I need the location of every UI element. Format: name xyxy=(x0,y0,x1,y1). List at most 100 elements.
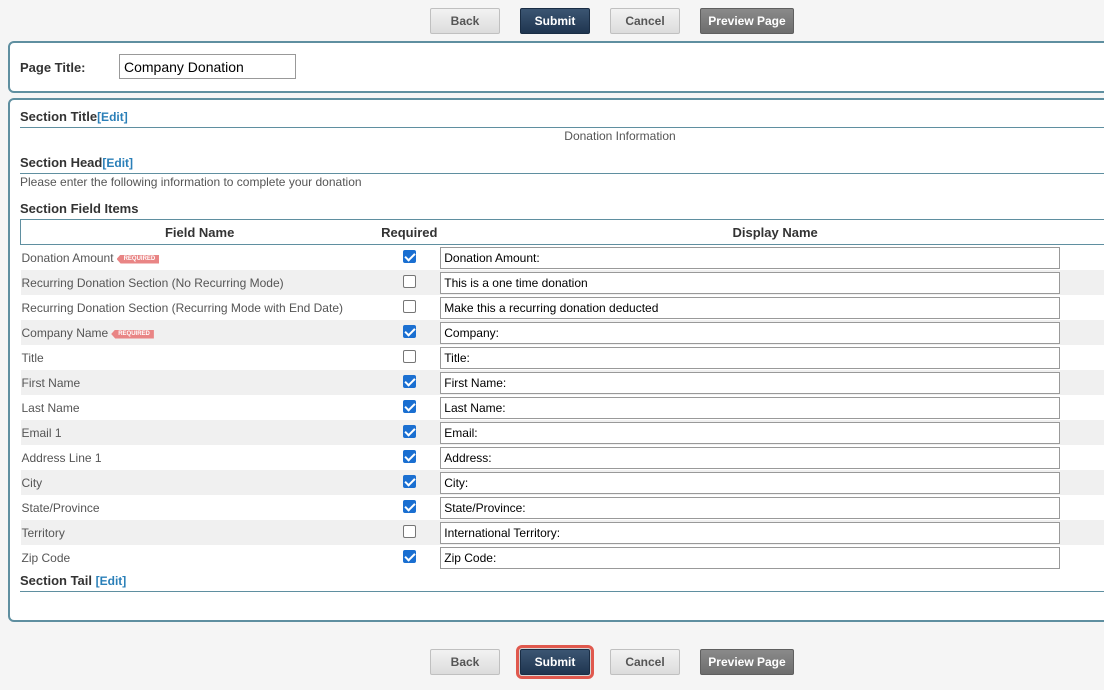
page-title-panel: Page Title: xyxy=(8,41,1104,93)
required-checkbox[interactable] xyxy=(402,299,416,313)
field-name-cell: Territory xyxy=(20,520,379,545)
column-header-field-name: Field Name xyxy=(20,219,379,245)
required-cell xyxy=(378,445,441,470)
required-checkbox[interactable] xyxy=(402,374,416,388)
required-cell xyxy=(378,320,441,345)
back-button[interactable]: Back xyxy=(430,649,500,675)
required-tag: REQUIRED xyxy=(111,329,154,339)
display-name-input[interactable] xyxy=(440,346,1061,369)
required-checkbox[interactable] xyxy=(402,399,416,413)
section-panel: Section Title[Edit] Donation Information… xyxy=(8,98,1104,622)
display-name-input[interactable] xyxy=(440,421,1061,444)
required-checkbox[interactable] xyxy=(402,449,416,463)
required-cell xyxy=(378,370,441,395)
cancel-button[interactable]: Cancel xyxy=(610,8,680,34)
divider xyxy=(20,591,1104,592)
section-head-edit-link[interactable]: [Edit] xyxy=(102,156,133,170)
required-checkbox[interactable] xyxy=(402,524,416,538)
table-row: Recurring Donation Section (No Recurring… xyxy=(20,270,1104,295)
section-title-edit-link[interactable]: [Edit] xyxy=(97,110,128,124)
bottom-button-bar: Back Submit Cancel Preview Page xyxy=(0,645,1104,679)
table-row: Company Name REQUIRED xyxy=(20,320,1104,345)
field-name-cell: Title xyxy=(20,345,379,370)
field-name: Recurring Donation Section (Recurring Mo… xyxy=(21,300,344,315)
required-checkbox[interactable] xyxy=(402,324,416,338)
submit-button[interactable]: Submit xyxy=(516,645,594,679)
field-name: City xyxy=(21,475,43,490)
field-name-cell: First Name xyxy=(20,370,379,395)
required-checkbox[interactable] xyxy=(402,424,416,438)
back-button[interactable]: Back xyxy=(430,8,500,34)
section-tail-label: Section Tail xyxy=(20,573,92,588)
display-name-cell xyxy=(440,445,1104,470)
table-row: Recurring Donation Section (Recurring Mo… xyxy=(20,295,1104,320)
field-name-cell: Email 1 xyxy=(20,420,379,445)
required-cell xyxy=(378,295,441,320)
section-head-label: Section Head xyxy=(20,155,103,170)
field-items-table: Field Name Required Display Name Donatio… xyxy=(20,219,1104,570)
display-name-input[interactable] xyxy=(440,296,1061,319)
field-name: Email 1 xyxy=(21,425,62,440)
required-cell xyxy=(378,495,441,520)
section-tail-edit-link[interactable]: [Edit] xyxy=(96,574,127,588)
field-name: Territory xyxy=(21,525,65,540)
table-row: Address Line 1 xyxy=(20,445,1104,470)
page-title-label: Page Title: xyxy=(20,60,86,75)
display-name-input[interactable] xyxy=(440,546,1061,569)
field-name-cell: Address Line 1 xyxy=(20,445,379,470)
display-name-input[interactable] xyxy=(440,496,1061,519)
table-row: Territory xyxy=(20,520,1104,545)
required-cell xyxy=(378,244,441,270)
display-name-input[interactable] xyxy=(440,321,1061,344)
display-name-input[interactable] xyxy=(440,271,1061,294)
section-head-heading: Section Head[Edit] xyxy=(20,155,133,170)
required-checkbox[interactable] xyxy=(402,249,416,263)
page-title-input[interactable] xyxy=(119,54,296,79)
required-tag: REQUIRED xyxy=(116,254,160,264)
table-row: Title xyxy=(20,345,1104,370)
field-name: Last Name xyxy=(21,400,80,415)
display-name-input[interactable] xyxy=(440,446,1061,469)
display-name-cell xyxy=(440,320,1104,345)
field-name-cell: Company Name REQUIRED xyxy=(20,320,379,345)
top-button-bar: Back Submit Cancel Preview Page xyxy=(0,8,1104,36)
display-name-input[interactable] xyxy=(440,396,1061,419)
divider xyxy=(20,127,1104,128)
preview-page-button[interactable]: Preview Page xyxy=(700,649,794,675)
field-name: Title xyxy=(21,350,44,365)
field-name: Donation Amount xyxy=(21,250,114,265)
display-name-input[interactable] xyxy=(440,471,1061,494)
column-header-required: Required xyxy=(378,219,441,245)
preview-page-button[interactable]: Preview Page xyxy=(700,8,794,34)
field-name: Address Line 1 xyxy=(21,450,102,465)
section-title-heading: Section Title[Edit] xyxy=(20,109,128,124)
table-row: Donation Amount REQUIRED xyxy=(20,244,1104,270)
field-name: Company Name xyxy=(21,325,109,340)
required-checkbox[interactable] xyxy=(402,499,416,513)
display-name-cell xyxy=(440,295,1104,320)
required-checkbox[interactable] xyxy=(402,474,416,488)
display-name-cell xyxy=(440,470,1104,495)
submit-button[interactable]: Submit xyxy=(520,8,590,34)
display-name-input[interactable] xyxy=(440,371,1061,394)
display-name-input[interactable] xyxy=(440,246,1061,269)
field-name: State/Province xyxy=(21,500,100,515)
required-checkbox[interactable] xyxy=(402,549,416,563)
field-name-cell: Last Name xyxy=(20,395,379,420)
table-row: City xyxy=(20,470,1104,495)
required-checkbox[interactable] xyxy=(402,349,416,363)
display-name-cell xyxy=(440,495,1104,520)
required-cell xyxy=(378,270,441,295)
field-name-cell: City xyxy=(20,470,379,495)
cancel-button[interactable]: Cancel xyxy=(610,649,680,675)
required-checkbox[interactable] xyxy=(402,274,416,288)
field-name: Zip Code xyxy=(21,550,71,565)
display-name-cell xyxy=(440,370,1104,395)
required-cell xyxy=(378,470,441,495)
section-title-value: Donation Information xyxy=(564,129,676,143)
field-rows: Donation AmountREQUIREDRecurring Donatio… xyxy=(20,244,1104,570)
display-name-input[interactable] xyxy=(440,521,1061,544)
required-cell xyxy=(378,345,441,370)
field-name: First Name xyxy=(21,375,81,390)
table-row: Last Name xyxy=(20,395,1104,420)
